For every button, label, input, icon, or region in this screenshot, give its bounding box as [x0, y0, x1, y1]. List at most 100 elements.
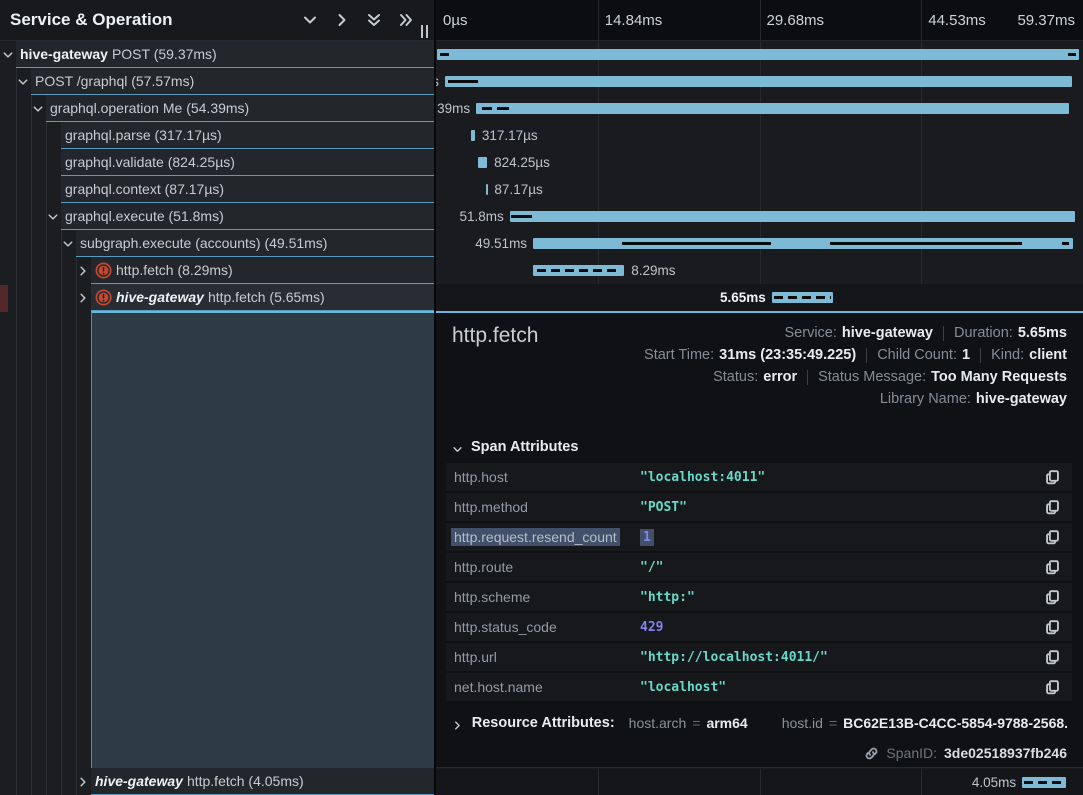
- gridline: [760, 0, 761, 40]
- operation-name: http.fetch (8.29ms): [116, 262, 233, 278]
- metadata-value: 1: [962, 347, 970, 363]
- bar-duration-label: 4.05ms: [972, 769, 1016, 795]
- span-bar[interactable]: [471, 130, 475, 141]
- service-name: hive-gateway: [95, 773, 183, 789]
- bar-duration-label: 49.51ms: [475, 230, 527, 257]
- tree-row[interactable]: graphql.parse (317.17µs): [0, 122, 434, 149]
- chevron-down-icon[interactable]: [17, 75, 29, 87]
- timeline-row[interactable]: 824.25µs: [436, 149, 1083, 176]
- tree-row-content[interactable]: subgraph.execute (accounts) (49.51ms): [76, 230, 434, 257]
- metadata-value: hive-gateway: [976, 391, 1067, 407]
- gridline: [598, 0, 599, 40]
- span-bar[interactable]: [476, 103, 1069, 114]
- span-attributes-toggle[interactable]: Span Attributes: [452, 439, 578, 455]
- operation-name: http.fetch (4.05ms): [187, 773, 304, 789]
- chevron-right-icon[interactable]: [77, 775, 89, 787]
- metadata-label: Kind:: [991, 347, 1024, 363]
- span-bar[interactable]: [533, 265, 624, 276]
- span-bar[interactable]: [478, 157, 487, 168]
- timeline-row[interactable]: [436, 41, 1083, 68]
- chevron-down-icon[interactable]: [302, 12, 318, 28]
- operation-name: POST /graphql (57.57ms): [35, 73, 194, 89]
- tree-row-content[interactable]: hive-gatewayhttp.fetch (4.05ms): [91, 768, 434, 795]
- chevron-down-icon[interactable]: [2, 48, 14, 60]
- metadata-divider: [943, 326, 944, 341]
- selected-span-expanded-area: [91, 311, 434, 768]
- chevron-down-icon[interactable]: [47, 210, 59, 222]
- chevron-right-icon[interactable]: [77, 264, 89, 276]
- tree-row[interactable]: subgraph.execute (accounts) (49.51ms): [0, 230, 434, 257]
- timeline-row[interactable]: 5.65ms: [436, 284, 1083, 311]
- timeline-row[interactable]: 57.57ms: [436, 68, 1083, 95]
- metadata-item: Duration:5.65ms: [954, 325, 1067, 341]
- copy-icon[interactable]: [1045, 499, 1060, 515]
- resource-attributes-row: Resource Attributes: host.arch=arm64host…: [452, 715, 1067, 731]
- span-bar[interactable]: [533, 238, 1073, 249]
- tree-row[interactable]: hive-gatewayPOST (59.37ms): [0, 41, 434, 68]
- metadata-item: Status:error: [713, 369, 797, 385]
- tree-row-content[interactable]: graphql.parse (317.17µs): [61, 122, 434, 149]
- child-span-dashes: [1024, 781, 1064, 784]
- metadata-item: Library Name: hive-gateway: [880, 391, 1067, 407]
- tree-row[interactable]: graphql.context (87.17µs): [0, 176, 434, 203]
- child-span-mark: [1062, 242, 1068, 245]
- gridline: [921, 0, 922, 40]
- tree-row-content[interactable]: graphql.context (87.17µs): [61, 176, 434, 203]
- span-bar[interactable]: [445, 76, 1072, 87]
- metadata-label: Library Name:: [880, 391, 971, 407]
- timeline-row[interactable]: 54.39ms: [436, 95, 1083, 122]
- tree-row[interactable]: POST /graphql (57.57ms): [0, 68, 434, 95]
- copy-icon[interactable]: [1045, 589, 1060, 605]
- copy-icon[interactable]: [1045, 649, 1060, 665]
- span-bar[interactable]: [486, 184, 488, 195]
- tree-row-content[interactable]: hive-gatewayPOST (59.37ms): [16, 41, 434, 68]
- timeline-row[interactable]: 317.17µs: [436, 122, 1083, 149]
- timeline-row[interactable]: 4.05ms: [436, 769, 1083, 795]
- bar-duration-label: 87.17µs: [494, 176, 542, 203]
- chevron-right-icon[interactable]: [334, 12, 350, 28]
- metadata-value: client: [1029, 347, 1067, 363]
- attribute-key: http.host: [454, 469, 508, 485]
- copy-icon[interactable]: [1045, 619, 1060, 635]
- double-chevron-down-icon[interactable]: [366, 12, 382, 28]
- tree-row[interactable]: graphql.execute (51.8ms): [0, 203, 434, 230]
- tree-row[interactable]: http.fetch (8.29ms): [0, 257, 434, 284]
- tree-row-content[interactable]: http.fetch (8.29ms): [91, 257, 434, 284]
- tree-row[interactable]: graphql.validate (824.25µs): [0, 149, 434, 176]
- tree-row-content[interactable]: graphql.operation Me (54.39ms): [46, 95, 434, 122]
- span-bar[interactable]: [510, 211, 1075, 222]
- attribute-value: "/": [640, 560, 663, 575]
- bar-duration-label: 51.8ms: [459, 203, 503, 230]
- copy-icon[interactable]: [1045, 679, 1060, 695]
- tree-row[interactable]: graphql.operation Me (54.39ms): [0, 95, 434, 122]
- timeline-row[interactable]: 49.51ms: [436, 230, 1083, 257]
- attribute-value: "http://localhost:4011/": [640, 650, 828, 665]
- copy-icon[interactable]: [1045, 559, 1060, 575]
- timeline-row[interactable]: 87.17µs: [436, 176, 1083, 203]
- chevron-down-icon[interactable]: [62, 237, 74, 249]
- copy-icon[interactable]: [1045, 469, 1060, 485]
- copy-icon[interactable]: [1045, 529, 1060, 545]
- span-bar[interactable]: [772, 292, 833, 303]
- child-span-mark: [511, 215, 532, 218]
- axis-tick-label: 0µs: [443, 12, 468, 29]
- tree-row-content[interactable]: POST /graphql (57.57ms): [31, 68, 434, 95]
- metadata-label: Service:: [785, 325, 837, 341]
- timeline-row[interactable]: 8.29ms: [436, 257, 1083, 284]
- span-metadata: Service:hive-gatewayDuration:5.65msStart…: [644, 322, 1067, 410]
- tree-row-content[interactable]: graphql.validate (824.25µs): [61, 149, 434, 176]
- resource-attributes-toggle[interactable]: Resource Attributes:: [472, 715, 615, 731]
- metadata-label: Status:: [713, 369, 758, 385]
- double-chevron-right-icon[interactable]: [398, 12, 414, 28]
- chevron-down-icon[interactable]: [32, 102, 44, 114]
- tree-row[interactable]: hive-gatewayhttp.fetch (4.05ms): [0, 768, 434, 795]
- tree-row-content[interactable]: hive-gatewayhttp.fetch (5.65ms): [91, 284, 434, 311]
- span-bar[interactable]: [437, 49, 1079, 60]
- link-icon[interactable]: [864, 746, 879, 761]
- chevron-right-icon[interactable]: [77, 291, 89, 303]
- tree-row[interactable]: hive-gatewayhttp.fetch (5.65ms): [0, 284, 434, 311]
- tree-row-content[interactable]: graphql.execute (51.8ms): [61, 203, 434, 230]
- panel-resize-handle[interactable]: [421, 25, 430, 38]
- timeline-row[interactable]: 51.8ms: [436, 203, 1083, 230]
- span-bar[interactable]: [1022, 777, 1066, 788]
